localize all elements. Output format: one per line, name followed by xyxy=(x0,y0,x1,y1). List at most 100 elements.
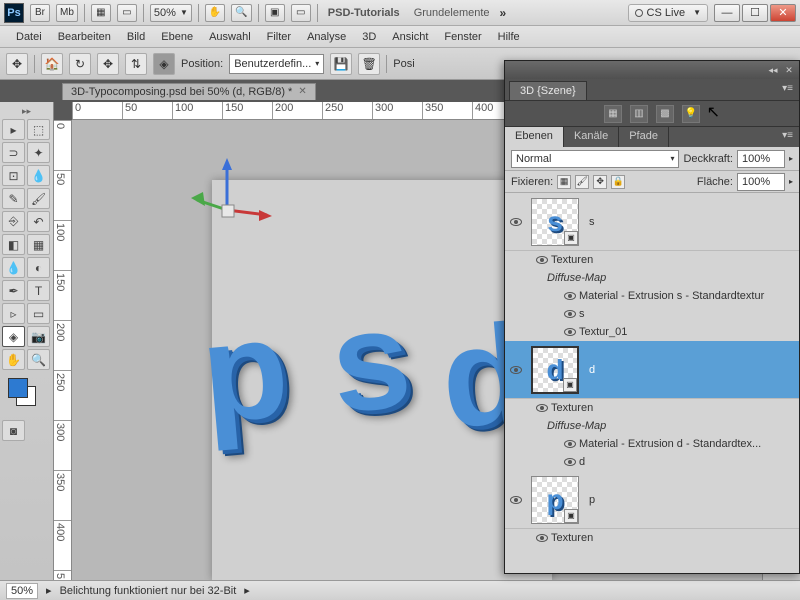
3d-mesh-filter-icon[interactable]: ▥ xyxy=(630,105,648,123)
panel-close-icon[interactable]: ✕ xyxy=(783,64,795,76)
lock-pixels-icon[interactable]: 🖌 xyxy=(575,175,589,189)
type-tool[interactable]: T xyxy=(27,280,50,301)
3d-light-filter-icon[interactable]: 💡 xyxy=(682,105,700,123)
3d-panel-tab[interactable]: 3D {Szene} xyxy=(509,81,587,100)
tab-kanaele[interactable]: Kanäle xyxy=(564,127,619,147)
3d-slide-icon[interactable]: ⇅ xyxy=(125,53,147,75)
visibility-icon[interactable] xyxy=(564,440,576,448)
foreground-color[interactable] xyxy=(8,378,28,398)
close-button[interactable]: ✕ xyxy=(770,4,796,22)
visibility-icon[interactable] xyxy=(536,404,548,412)
color-swatches[interactable] xyxy=(2,378,51,414)
menu-analyse[interactable]: Analyse xyxy=(299,28,354,46)
pen-tool[interactable]: ✒ xyxy=(2,280,25,301)
quickmask-tool[interactable]: ◙ xyxy=(2,420,25,441)
hand-tool-tb[interactable]: ✋ xyxy=(2,349,25,370)
layer-name[interactable]: s xyxy=(589,216,595,228)
menu-filter[interactable]: Filter xyxy=(259,28,299,46)
3d-object-tool[interactable]: ◈ xyxy=(2,326,25,347)
status-arrow-icon[interactable]: ▸ xyxy=(46,584,52,597)
layer-thumb[interactable]: p▣ xyxy=(531,476,579,524)
3d-scale-icon[interactable]: ◈ xyxy=(153,53,175,75)
workspace-label-2[interactable]: Grundelemente xyxy=(410,7,494,19)
eyedropper-tool[interactable]: 💧 xyxy=(27,165,50,186)
floating-panel-group[interactable]: ◂◂ ✕ 3D {Szene} ▾≡ ▦ ▥ ▩ 💡 Ebenen Kanäle… xyxy=(504,60,800,574)
history-brush-tool[interactable]: ↶ xyxy=(27,211,50,232)
workspace-label-1[interactable]: PSD-Tutorials xyxy=(324,7,404,19)
layer-name[interactable]: d xyxy=(589,364,595,376)
menu-ansicht[interactable]: Ansicht xyxy=(384,28,436,46)
zoom-dropdown[interactable]: 50%▼ xyxy=(150,4,192,22)
close-tab-icon[interactable]: ✕ xyxy=(298,86,306,97)
visibility-icon[interactable] xyxy=(536,534,548,542)
document-canvas[interactable]: p s d xyxy=(212,180,552,580)
layer-row[interactable]: p▣ p xyxy=(505,471,799,529)
sublayer-s[interactable]: s xyxy=(505,305,799,323)
menu-bild[interactable]: Bild xyxy=(119,28,153,46)
3d-axis-gizmo[interactable] xyxy=(177,150,277,250)
panel-menu-icon[interactable]: ▾≡ xyxy=(776,79,799,98)
visibility-icon[interactable] xyxy=(564,328,576,336)
layers-menu-icon[interactable]: ▾≡ xyxy=(776,127,799,147)
stamp-tool[interactable]: ⎆ xyxy=(2,211,25,232)
visibility-icon[interactable] xyxy=(536,256,548,264)
opacity-flyout-icon[interactable]: ▸ xyxy=(789,154,793,163)
heal-tool[interactable]: ✎ xyxy=(2,188,25,209)
marquee-tool[interactable]: ⬚ xyxy=(27,119,50,140)
lock-position-icon[interactable]: ✥ xyxy=(593,175,607,189)
lock-transparent-icon[interactable]: ▦ xyxy=(557,175,571,189)
sublayer-texturen[interactable]: Texturen xyxy=(505,529,799,547)
opacity-input[interactable]: 100% xyxy=(737,150,785,168)
menu-hilfe[interactable]: Hilfe xyxy=(490,28,528,46)
sublayer-material[interactable]: Material - Extrusion s - Standardtextur xyxy=(505,287,799,305)
blend-mode-dropdown[interactable]: Normal▾ xyxy=(511,150,679,168)
brush-tool[interactable]: 🖌 xyxy=(27,188,50,209)
layer-name[interactable]: p xyxy=(589,494,595,506)
lasso-tool[interactable]: ⊃ xyxy=(2,142,25,163)
minibridge-button[interactable]: Mb xyxy=(56,4,78,22)
zoom-tool-button[interactable]: 🔍 xyxy=(231,4,251,22)
layer-thumb[interactable]: d▣ xyxy=(531,346,579,394)
menu-auswahl[interactable]: Auswahl xyxy=(201,28,259,46)
status-arrow2-icon[interactable]: ▸ xyxy=(244,584,250,597)
3d-rotate-icon[interactable]: 🏠 xyxy=(41,53,63,75)
crop-tool[interactable]: ⊡ xyxy=(2,165,25,186)
document-tab[interactable]: 3D-Typocomposing.psd bei 50% (d, RGB/8) … xyxy=(62,83,316,100)
menu-3d[interactable]: 3D xyxy=(354,28,384,46)
sublayer-material[interactable]: Material - Extrusion d - Standardtex... xyxy=(505,435,799,453)
delete-position-icon[interactable]: 🗑 xyxy=(358,53,380,75)
sublayer-texturen[interactable]: Texturen xyxy=(505,399,799,417)
layer-row[interactable]: s▣ s xyxy=(505,193,799,251)
visibility-icon[interactable] xyxy=(510,366,522,374)
sublayer-d[interactable]: d xyxy=(505,453,799,471)
move-tool[interactable]: ▸ xyxy=(2,119,25,140)
menu-fenster[interactable]: Fenster xyxy=(436,28,489,46)
tab-pfade[interactable]: Pfade xyxy=(619,127,669,147)
path-tool[interactable]: ▹ xyxy=(2,303,25,324)
layer-row-selected[interactable]: d▣ d xyxy=(505,341,799,399)
arrange-button[interactable]: ▣ xyxy=(265,4,285,22)
3d-scene-filter-icon[interactable]: ▦ xyxy=(604,105,622,123)
zoom-tool-tb[interactable]: 🔍 xyxy=(27,349,50,370)
sublayer-diffuse[interactable]: Diffuse-Map xyxy=(505,269,799,287)
shape-tool[interactable]: ▭ xyxy=(27,303,50,324)
workspace-chevron-icon[interactable]: » xyxy=(500,6,507,20)
current-tool-icon[interactable]: ✥ xyxy=(6,53,28,75)
hand-tool-button[interactable]: ✋ xyxy=(205,4,225,22)
bridge-button[interactable]: Br xyxy=(30,4,50,22)
view-guides-button[interactable]: ▭ xyxy=(117,4,137,22)
dodge-tool[interactable]: ◐ xyxy=(27,257,50,278)
3d-pan-icon[interactable]: ✥ xyxy=(97,53,119,75)
tab-ebenen[interactable]: Ebenen xyxy=(505,127,564,147)
visibility-icon[interactable] xyxy=(564,292,576,300)
wand-tool[interactable]: ✦ xyxy=(27,142,50,163)
3d-camera-tool[interactable]: 📷 xyxy=(27,326,50,347)
lock-all-icon[interactable]: 🔒 xyxy=(611,175,625,189)
menu-datei[interactable]: Datei xyxy=(8,28,50,46)
panel-collapse-icon[interactable]: ◂◂ xyxy=(767,64,779,76)
maximize-button[interactable]: ☐ xyxy=(742,4,768,22)
status-zoom[interactable]: 50% xyxy=(6,583,38,599)
layers-list[interactable]: s▣ s Texturen Diffuse-Map Material - Ext… xyxy=(505,193,799,573)
3d-roll-icon[interactable]: ↻ xyxy=(69,53,91,75)
sublayer-texturen[interactable]: Texturen xyxy=(505,251,799,269)
